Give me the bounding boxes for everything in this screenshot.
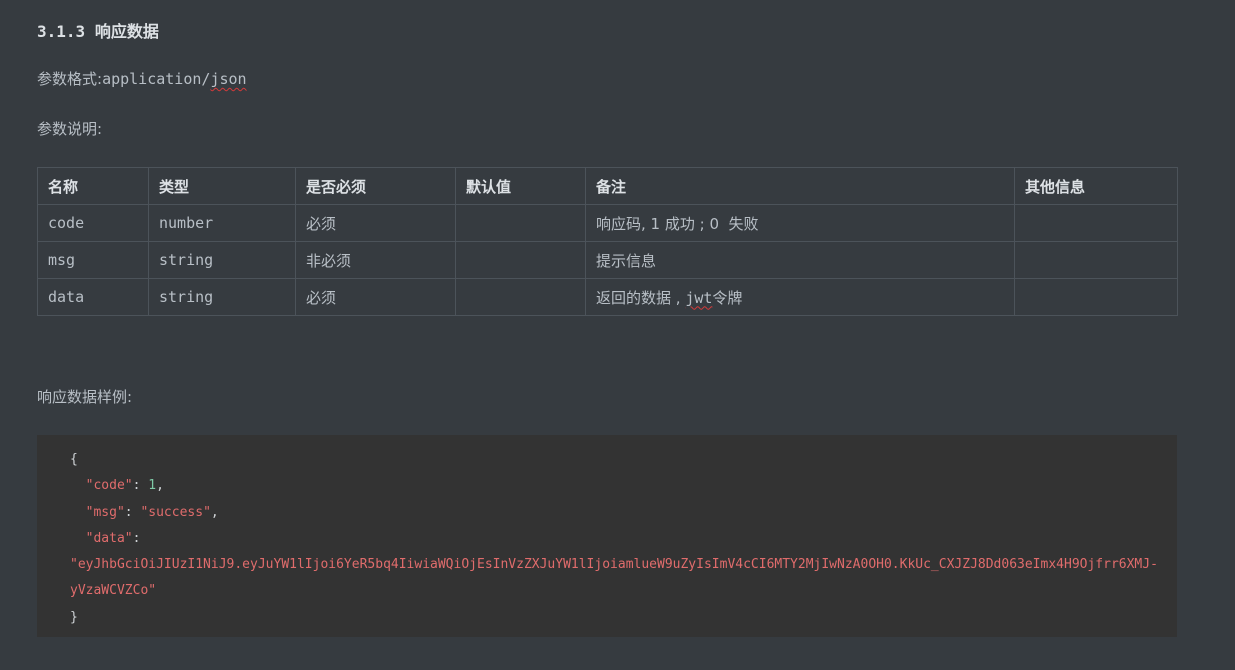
cell-other bbox=[1014, 241, 1178, 279]
header-required: 是否必须 bbox=[295, 167, 456, 205]
cell-name: msg bbox=[37, 241, 149, 279]
cell-note: 提示信息 bbox=[585, 241, 1015, 279]
section-heading: 3.1.3 响应数据 bbox=[37, 20, 159, 44]
header-name: 名称 bbox=[37, 167, 149, 205]
format-line: 参数格式:application/json bbox=[37, 68, 247, 90]
code-open-brace: { bbox=[70, 452, 78, 467]
cell-name: code bbox=[37, 204, 149, 242]
header-type: 类型 bbox=[148, 167, 296, 205]
cell-type: number bbox=[148, 204, 296, 242]
cell-default bbox=[455, 241, 586, 279]
code-close-brace: } bbox=[70, 609, 78, 625]
cell-default bbox=[455, 278, 586, 316]
cell-required: 非必须 bbox=[295, 241, 456, 279]
data-value: "eyJhbGciOiJIUzI1NiJ9.eyJuYW1lIjoi6YeR5b… bbox=[70, 557, 1158, 599]
params-table: 名称 类型 是否必须 默认值 备注 其他信息 code number 必须 响应… bbox=[37, 167, 1178, 316]
cell-required: 必须 bbox=[295, 204, 456, 242]
cell-default bbox=[455, 204, 586, 242]
code-line-data: "data": bbox=[85, 530, 141, 546]
msg-value: "success" bbox=[140, 504, 211, 520]
cell-required: 必须 bbox=[295, 278, 456, 316]
header-default: 默认值 bbox=[455, 167, 586, 205]
header-note: 备注 bbox=[585, 167, 1015, 205]
format-value-prefix: application/ bbox=[102, 70, 211, 88]
params-label: 参数说明: bbox=[37, 120, 103, 138]
code-line-msg: "msg": "success", bbox=[85, 504, 219, 520]
section-number: 3.1.3 bbox=[37, 22, 86, 41]
cell-other bbox=[1014, 278, 1178, 316]
code-value: 1 bbox=[148, 478, 157, 494]
msg-key: "msg" bbox=[85, 504, 125, 520]
note-suffix: 令牌 bbox=[712, 288, 743, 307]
note-jwt: jwt bbox=[685, 288, 713, 307]
cell-type: string bbox=[148, 241, 296, 279]
cell-note: 返回的数据 , jwt令牌 bbox=[585, 278, 1015, 316]
cell-note: 响应码, 1 成功 ; 0 失败 bbox=[585, 204, 1015, 242]
data-key: "data" bbox=[85, 530, 133, 546]
code-line-code: "code": 1, bbox=[85, 478, 164, 494]
section-title: 响应数据 bbox=[94, 22, 159, 41]
sample-label: 响应数据样例: bbox=[37, 388, 133, 406]
note-prefix: 返回的数据 , bbox=[596, 288, 686, 307]
cell-other bbox=[1014, 204, 1178, 242]
table-row: msg string 非必须 提示信息 bbox=[37, 241, 1178, 279]
header-other: 其他信息 bbox=[1014, 167, 1178, 205]
format-label: 参数格式: bbox=[37, 70, 103, 88]
table-header-row: 名称 类型 是否必须 默认值 备注 其他信息 bbox=[37, 167, 1178, 205]
cell-name: data bbox=[37, 278, 149, 316]
cell-type: string bbox=[148, 278, 296, 316]
code-key: "code" bbox=[85, 478, 133, 494]
json-code-block: { "code": 1, "msg": "success", "data": "… bbox=[37, 435, 1177, 637]
format-value-suffix: json bbox=[210, 70, 247, 88]
table-row: code number 必须 响应码, 1 成功 ; 0 失败 bbox=[37, 204, 1178, 242]
table-row: data string 必须 返回的数据 , jwt令牌 bbox=[37, 278, 1178, 316]
